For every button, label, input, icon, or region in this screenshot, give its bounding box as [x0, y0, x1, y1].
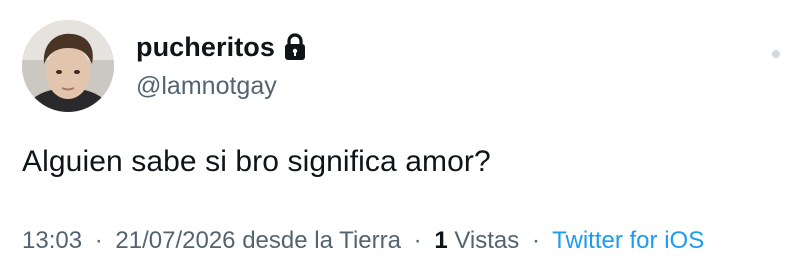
more-options-icon[interactable] [772, 50, 780, 58]
tweet-meta: 13:03 · 21/07/2026 desde la Tierra · 1 V… [22, 227, 704, 255]
meta-separator: · [531, 227, 540, 254]
author-handle[interactable]: @lamnotgay [136, 72, 277, 101]
meta-separator: · [94, 227, 103, 254]
tweet-card: pucheritos @lamnotgay Alguien sabe si br… [0, 0, 786, 262]
views-label: Vistas [454, 227, 520, 254]
avatar-image [22, 20, 114, 112]
tweet-location: desde la Tierra [242, 227, 401, 254]
author-display-name[interactable]: pucheritos [136, 32, 275, 63]
author-name-row: pucheritos [136, 30, 306, 64]
lock-icon [284, 33, 306, 61]
tweet-time[interactable]: 13:03 [22, 227, 82, 254]
meta-separator: · [413, 227, 422, 254]
avatar[interactable] [22, 20, 114, 112]
tweet-date[interactable]: 21/07/2026 [115, 227, 235, 254]
tweet-text: Alguien sabe si bro significa amor? [22, 145, 491, 178]
views-count: 1 [434, 227, 448, 254]
tweet-source-link[interactable]: Twitter for iOS [552, 227, 704, 254]
